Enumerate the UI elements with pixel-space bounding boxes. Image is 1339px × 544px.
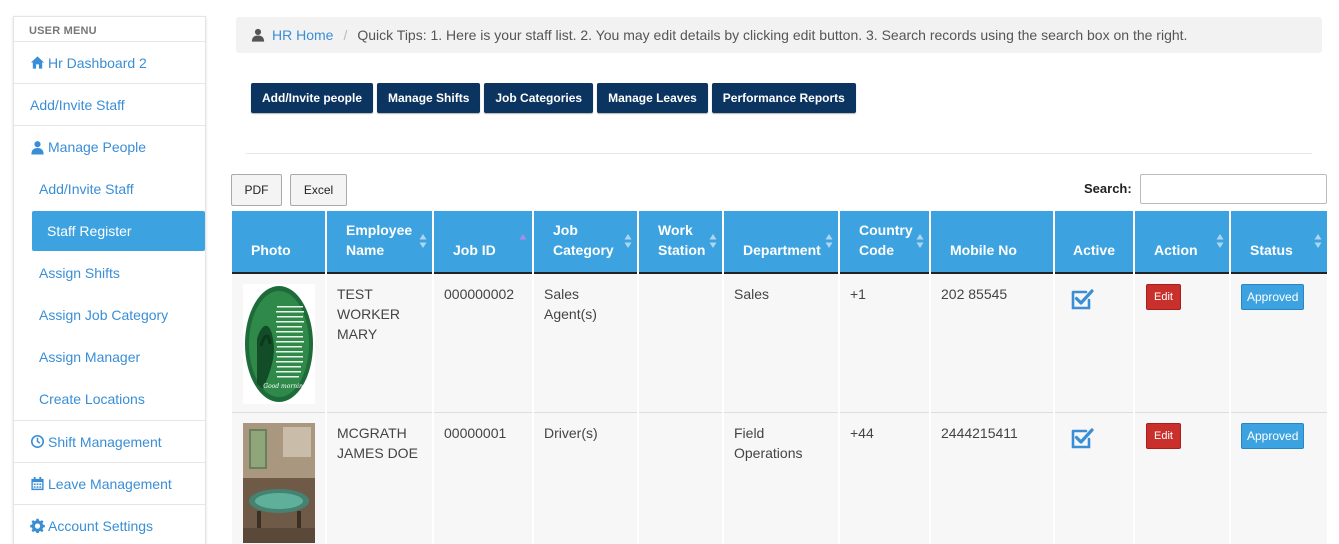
active-cell (1054, 412, 1135, 544)
country-code-cell: +1 (839, 273, 931, 413)
work-station-cell (638, 273, 724, 413)
column-header-job-id[interactable]: Job ID (433, 211, 534, 273)
photo-cell: Good morning (232, 273, 327, 413)
submenu-item-staff-register[interactable]: Staff Register (32, 211, 205, 251)
sort-icon[interactable] (419, 233, 427, 249)
submenu-item-assign-job-category[interactable]: Assign Job Category (14, 294, 205, 336)
photo-caption: Good morning (263, 383, 307, 390)
sort-icon[interactable] (709, 233, 717, 249)
job-id-cell: 000000002 (433, 273, 534, 413)
quick-tips-text: Quick Tips: 1. Here is your staff list. … (357, 27, 1188, 43)
job-category-cell: Driver(s) (533, 412, 639, 544)
sort-icon[interactable] (1216, 233, 1224, 249)
action-cell: Edit (1134, 412, 1231, 544)
sidebar-header: USER MENU (14, 17, 205, 42)
job-id-cell: 00000001 (433, 412, 534, 544)
column-header-status[interactable]: Status (1230, 211, 1329, 273)
table-header-row: Photo EmployeeName Job ID JobCategory (232, 211, 1329, 273)
performance-reports-button[interactable]: Performance Reports (711, 83, 856, 113)
manage-people-submenu: Add/Invite Staff Staff Register Assign S… (14, 168, 205, 421)
sidebar-item-label: Account Settings (48, 517, 154, 534)
clock-icon (30, 434, 45, 449)
sort-icon[interactable] (624, 233, 632, 249)
job-categories-button[interactable]: Job Categories (484, 83, 594, 113)
country-code-cell: +44 (839, 412, 931, 544)
status-badge: Approved (1241, 284, 1305, 310)
job-category-cell: Sales Agent(s) (533, 273, 639, 413)
breadcrumb-separator: / (343, 27, 348, 43)
export-excel-button[interactable]: Excel (290, 174, 347, 206)
sort-icon[interactable] (519, 233, 527, 249)
sidebar-item-manage-people[interactable]: Manage People (14, 126, 205, 168)
export-pdf-button[interactable]: PDF (231, 174, 282, 206)
active-checkbox-icon[interactable] (1070, 287, 1094, 311)
status-badge: Approved (1241, 423, 1305, 449)
home-icon (30, 55, 45, 70)
manage-leaves-button[interactable]: Manage Leaves (597, 83, 708, 113)
department-cell: Field Operations (723, 412, 840, 544)
work-station-cell (638, 412, 724, 544)
mobile-cell: 2444215411 (930, 412, 1055, 544)
employee-photo: Good morning (243, 284, 315, 404)
sidebar-item-shift-management[interactable]: Shift Management (14, 421, 205, 463)
submenu-item-add-invite-staff[interactable]: Add/Invite Staff (14, 168, 205, 210)
sort-icon[interactable] (916, 233, 924, 249)
staff-register-page: USER MENU Hr Dashboard 2 Add/Invite Staf… (0, 0, 1339, 544)
user-icon (30, 140, 45, 155)
breadcrumb-home-link[interactable]: HR Home (272, 27, 333, 43)
employee-name-cell: MCGRATH JAMES DOE (326, 412, 434, 544)
submenu-item-create-locations[interactable]: Create Locations (14, 378, 205, 420)
sidebar-item-hr-dashboard[interactable]: Hr Dashboard 2 (14, 42, 205, 84)
submenu-item-assign-manager[interactable]: Assign Manager (14, 336, 205, 378)
edit-button[interactable]: Edit (1146, 423, 1181, 449)
active-cell (1054, 273, 1135, 413)
active-checkbox-icon[interactable] (1070, 426, 1094, 450)
staff-table: Photo EmployeeName Job ID JobCategory (232, 211, 1329, 544)
sidebar-item-label: Hr Dashboard 2 (48, 54, 147, 71)
column-header-country-code[interactable]: Country Code (839, 211, 931, 273)
column-header-mobile-no: Mobile No (930, 211, 1055, 273)
column-header-job-category[interactable]: Job Category (533, 211, 639, 273)
sidebar-item-label: Leave Management (48, 475, 172, 492)
divider (246, 153, 1312, 154)
sidebar-item-add-invite-staff[interactable]: Add/Invite Staff (14, 84, 205, 126)
submenu-item-assign-shifts[interactable]: Assign Shifts (14, 252, 205, 294)
table-row: Good morning TEST WORKER MARY 000000002 … (232, 273, 1329, 413)
sidebar-item-leave-management[interactable]: Leave Management (14, 463, 205, 505)
status-cell: Approved (1230, 273, 1329, 413)
sort-icon[interactable] (1314, 233, 1322, 249)
sidebar-item-account-settings[interactable]: Account Settings (14, 505, 205, 544)
breadcrumb: HR Home / Quick Tips: 1. Here is your st… (236, 17, 1322, 53)
department-cell: Sales (723, 273, 840, 413)
column-header-employee-name[interactable]: Employee Name (326, 211, 434, 273)
employee-photo (243, 423, 315, 543)
add-invite-people-button[interactable]: Add/Invite people (251, 83, 374, 113)
sidebar-item-label: Manage People (48, 139, 147, 155)
search-label: Search: (1084, 181, 1132, 196)
sidebar-item-label: Add/Invite Staff (30, 96, 125, 113)
column-header-action[interactable]: Action (1134, 211, 1231, 273)
sort-icon[interactable] (825, 233, 833, 249)
column-header-department[interactable]: Department (723, 211, 840, 273)
gear-icon (30, 518, 45, 533)
employee-name-cell: TEST WORKER MARY (326, 273, 434, 413)
toolbar: Add/Invite people Manage Shifts Job Cate… (251, 83, 856, 113)
manage-shifts-button[interactable]: Manage Shifts (377, 83, 481, 113)
mobile-cell: 202 85545 (930, 273, 1055, 413)
action-cell: Edit (1134, 273, 1231, 413)
search-input[interactable] (1140, 174, 1327, 204)
column-header-photo: Photo (232, 211, 327, 273)
status-cell: Approved (1230, 412, 1329, 544)
column-header-work-station[interactable]: Work Station (638, 211, 724, 273)
table-row: MCGRATH JAMES DOE 00000001 Driver(s) Fie… (232, 412, 1329, 544)
edit-button[interactable]: Edit (1146, 284, 1181, 310)
calendar-icon (30, 476, 45, 491)
sidebar-item-label: Shift Management (48, 433, 162, 450)
column-header-active: Active (1054, 211, 1135, 273)
photo-cell (232, 412, 327, 544)
sidebar: USER MENU Hr Dashboard 2 Add/Invite Staf… (13, 16, 206, 544)
user-icon (251, 28, 265, 42)
